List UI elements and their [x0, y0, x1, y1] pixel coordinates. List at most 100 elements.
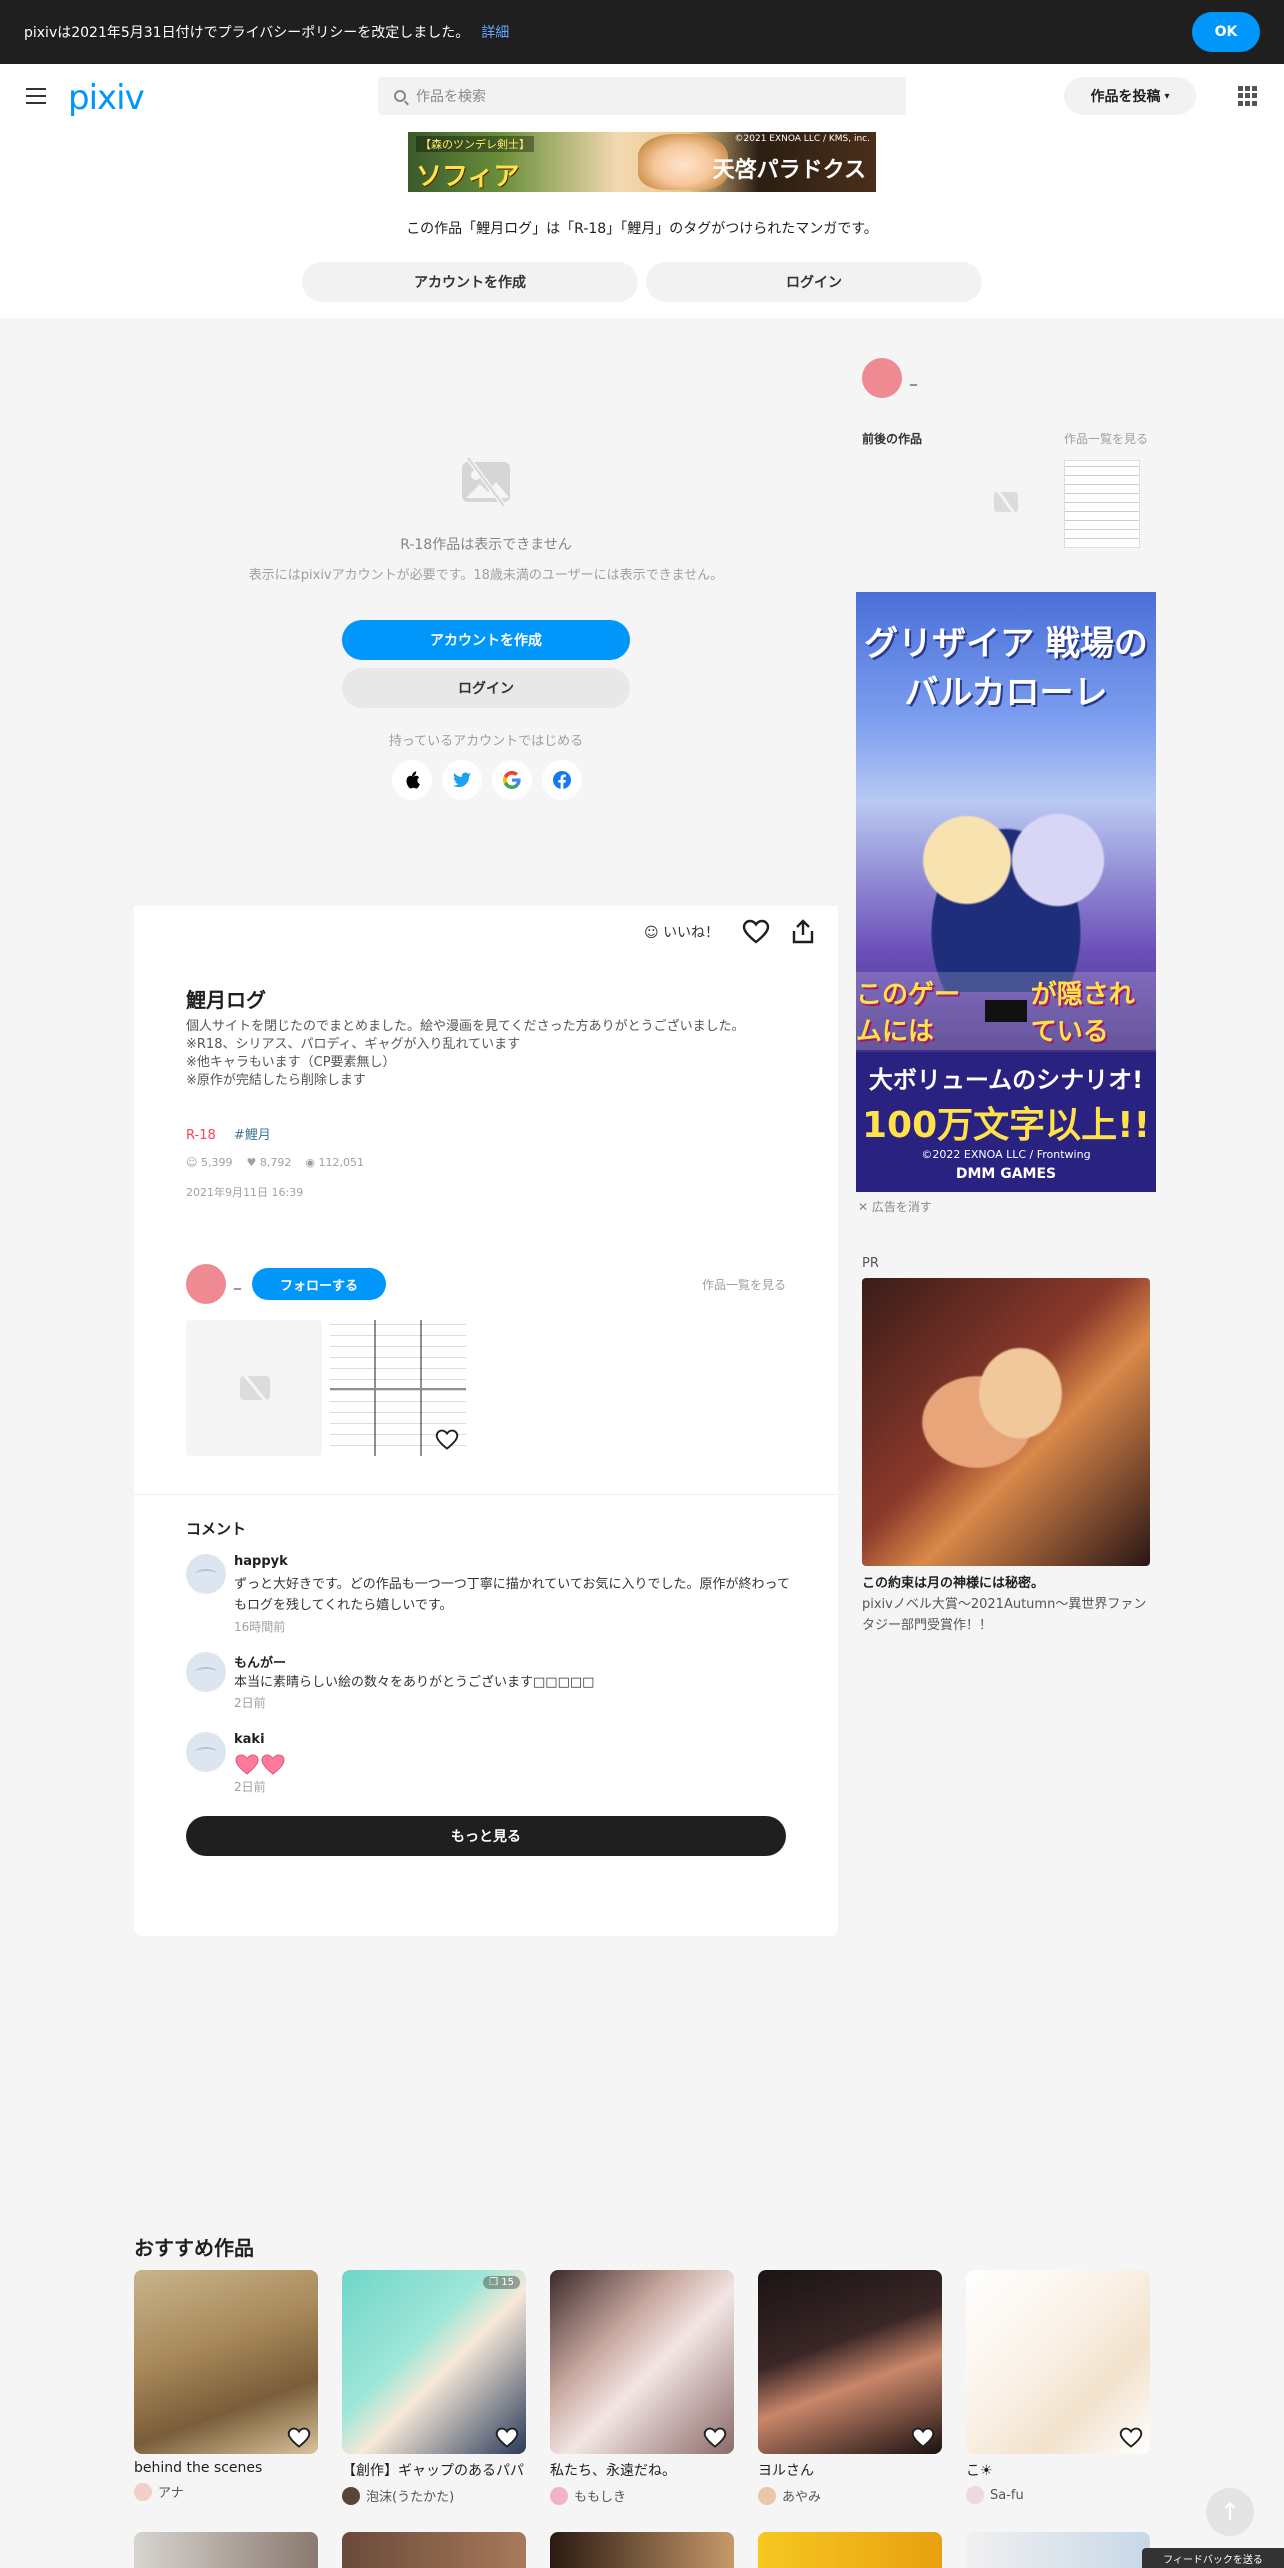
- pixiv-logo[interactable]: pixiv: [68, 78, 145, 118]
- author-work-thumbnail[interactable]: [186, 1320, 322, 1456]
- tag-r18[interactable]: R-18: [186, 1128, 216, 1143]
- recommended-author[interactable]: Sa-fu: [966, 2486, 1150, 2504]
- views-count: 112,051: [318, 1156, 364, 1169]
- header-create-account-button[interactable]: アカウントを作成: [302, 262, 638, 302]
- apple-icon[interactable]: [392, 760, 432, 800]
- bookmark-heart-icon[interactable]: [494, 2426, 520, 2450]
- likes-count: 5,399: [200, 1156, 233, 1169]
- sidebar-ad[interactable]: グリザイア 戦場のバルカローレ このゲームには が隠されている 大ボリュームのシ…: [856, 592, 1156, 1192]
- divider: [134, 1494, 838, 1495]
- bookmark-heart-icon[interactable]: [1118, 2426, 1144, 2450]
- recommended-author[interactable]: ももしき: [550, 2486, 734, 2505]
- social-login-buttons: [392, 760, 582, 800]
- recommended-name[interactable]: behind the scenes: [134, 2460, 318, 2476]
- description-line: 個人サイトを閉じたのでまとめました。絵や漫画を見てくださった方ありがとうございま…: [186, 1019, 745, 1034]
- recommended-image[interactable]: [342, 2532, 526, 2568]
- comment-avatar[interactable]: [186, 1732, 226, 1772]
- bookmarks-stat: ♥ 8,792: [246, 1156, 291, 1169]
- recommended-image[interactable]: ❐ 15: [342, 2270, 526, 2454]
- privacy-details-link[interactable]: 詳細: [481, 22, 509, 42]
- recommended-card[interactable]: ヨルさん あやみ: [758, 2270, 942, 2505]
- bookmark-heart-icon[interactable]: [434, 1428, 460, 1452]
- recommended-name[interactable]: 私たち、永遠だね。: [550, 2460, 734, 2480]
- author-avatar: [134, 2482, 152, 2501]
- menu-icon[interactable]: [26, 88, 46, 104]
- restricted-title: R-18作品は表示できません: [400, 537, 572, 553]
- sidebar-see-all-link[interactable]: 作品一覧を見る: [1064, 430, 1148, 447]
- create-account-button[interactable]: アカウントを作成: [342, 620, 630, 660]
- ad-brand: DMM GAMES: [955, 1166, 1057, 1182]
- ad-banner-line-a: 大ボリュームのシナリオ!: [868, 1066, 1144, 1094]
- tag-koitsuki[interactable]: #鯉月: [234, 1128, 271, 1143]
- comment-author[interactable]: もんがー: [234, 1652, 286, 1671]
- post-work-label: 作品を投稿: [1090, 89, 1161, 105]
- author-name[interactable]: _: [234, 1274, 241, 1290]
- recommended-image[interactable]: [550, 2532, 734, 2568]
- heart-stamp-icon: [235, 1754, 285, 1775]
- author-work-thumbnail[interactable]: [330, 1320, 466, 1456]
- pr-title[interactable]: この約束は月の神様には秘密。: [862, 1572, 1044, 1591]
- comments-title: コメント: [186, 1520, 247, 1538]
- twitter-icon[interactable]: [442, 760, 482, 800]
- google-icon[interactable]: [492, 760, 532, 800]
- login-button[interactable]: ログイン: [342, 668, 630, 708]
- recommended-author[interactable]: 泡沫(うたかた): [342, 2486, 526, 2505]
- hide-ad-link[interactable]: ✕ 広告を消す: [858, 1198, 932, 1215]
- header: pixiv 作品を検索 作品を投稿 ▾ 【森のツンデレ剣士】 ソフィア ©202…: [0, 64, 1284, 318]
- header-login-button[interactable]: ログイン: [646, 262, 982, 302]
- chevron-down-icon: ▾: [1164, 90, 1170, 102]
- comment-author[interactable]: happyk: [234, 1554, 288, 1569]
- like-button[interactable]: ☺ いいね！: [644, 922, 719, 942]
- post-work-button[interactable]: 作品を投稿 ▾: [1064, 77, 1196, 115]
- recommended-card[interactable]: 私たち、永遠だね。 ももしき: [550, 2270, 734, 2505]
- pr-description: pixivノベル大賞～2021Autumn～異世界ファンタジー部門受賞作！！: [862, 1597, 1147, 1633]
- recommended-image[interactable]: [134, 2270, 318, 2454]
- search-input[interactable]: 作品を検索: [378, 77, 906, 115]
- recommended-image[interactable]: [966, 2532, 1150, 2568]
- sidebar-author-name[interactable]: _: [910, 370, 917, 386]
- heart-icon: ♥: [246, 1156, 257, 1169]
- page-count-badge: ❐ 15: [483, 2276, 520, 2289]
- work-stats: ☺ 5,399 ♥ 8,792 ◉ 112,051: [186, 1156, 364, 1169]
- pr-image[interactable]: [862, 1278, 1150, 1566]
- recommended-image[interactable]: [758, 2532, 942, 2568]
- recommended-author[interactable]: あやみ: [758, 2486, 942, 2505]
- bookmark-heart-icon[interactable]: [286, 2426, 312, 2450]
- more-comments-button[interactable]: もっと見る: [186, 1816, 786, 1856]
- ad-tagline-b: が隠されている: [1030, 980, 1135, 1047]
- comment-time: 2日前: [234, 1696, 266, 1710]
- see-all-works-link[interactable]: 作品一覧を見る: [702, 1276, 786, 1293]
- recommended-name[interactable]: 【創作】ギャップのあるパパ: [342, 2460, 526, 2480]
- recommended-image[interactable]: [134, 2532, 318, 2568]
- recommended-card[interactable]: こ☀ Sa-fu: [966, 2270, 1150, 2504]
- notice-ok-button[interactable]: OK: [1192, 12, 1260, 52]
- comment-avatar[interactable]: [186, 1554, 226, 1594]
- comment-author[interactable]: kaki: [234, 1732, 265, 1747]
- description-line: ※R18、シリアス、パロディ、ギャグが入り乱れています: [186, 1037, 521, 1052]
- facebook-icon[interactable]: [542, 760, 582, 800]
- bookmark-heart-icon[interactable]: [742, 918, 770, 946]
- recommended-name[interactable]: こ☀: [966, 2460, 1150, 2480]
- feedback-button[interactable]: フィードバックを送る: [1142, 2548, 1284, 2568]
- apps-grid-icon[interactable]: [1238, 86, 1258, 106]
- comment-text: 本当に素晴らしい絵の数々をありがとうございます□□□□□: [234, 1675, 595, 1690]
- header-ad-banner[interactable]: 【森のツンデレ剣士】 ソフィア ©2021 EXNOA LLC / KMS, i…: [408, 132, 876, 192]
- recommended-image[interactable]: [966, 2270, 1150, 2454]
- author-avatar[interactable]: [186, 1264, 226, 1304]
- sidebar-work-thumbnail[interactable]: [1064, 460, 1140, 548]
- pages-icon: ❐: [489, 2277, 499, 2288]
- recommended-image[interactable]: [550, 2270, 734, 2454]
- recommended-name[interactable]: ヨルさん: [758, 2460, 942, 2480]
- recommended-card[interactable]: behind the scenes アナ: [134, 2270, 318, 2501]
- follow-button[interactable]: フォローする: [252, 1268, 386, 1300]
- comment-avatar[interactable]: [186, 1652, 226, 1692]
- recommended-image[interactable]: [758, 2270, 942, 2454]
- bookmark-heart-icon[interactable]: [910, 2426, 936, 2450]
- bookmark-heart-icon[interactable]: [702, 2426, 728, 2450]
- share-icon[interactable]: [790, 918, 816, 946]
- recommended-author[interactable]: アナ: [134, 2482, 318, 2501]
- sidebar-author-avatar[interactable]: [862, 358, 902, 398]
- recommended-card[interactable]: ❐ 15 【創作】ギャップのあるパパ 泡沫(うたかた): [342, 2270, 526, 2505]
- hidden-image-icon[interactable]: [968, 460, 1044, 548]
- scroll-to-top-button[interactable]: ↑: [1206, 2488, 1254, 2536]
